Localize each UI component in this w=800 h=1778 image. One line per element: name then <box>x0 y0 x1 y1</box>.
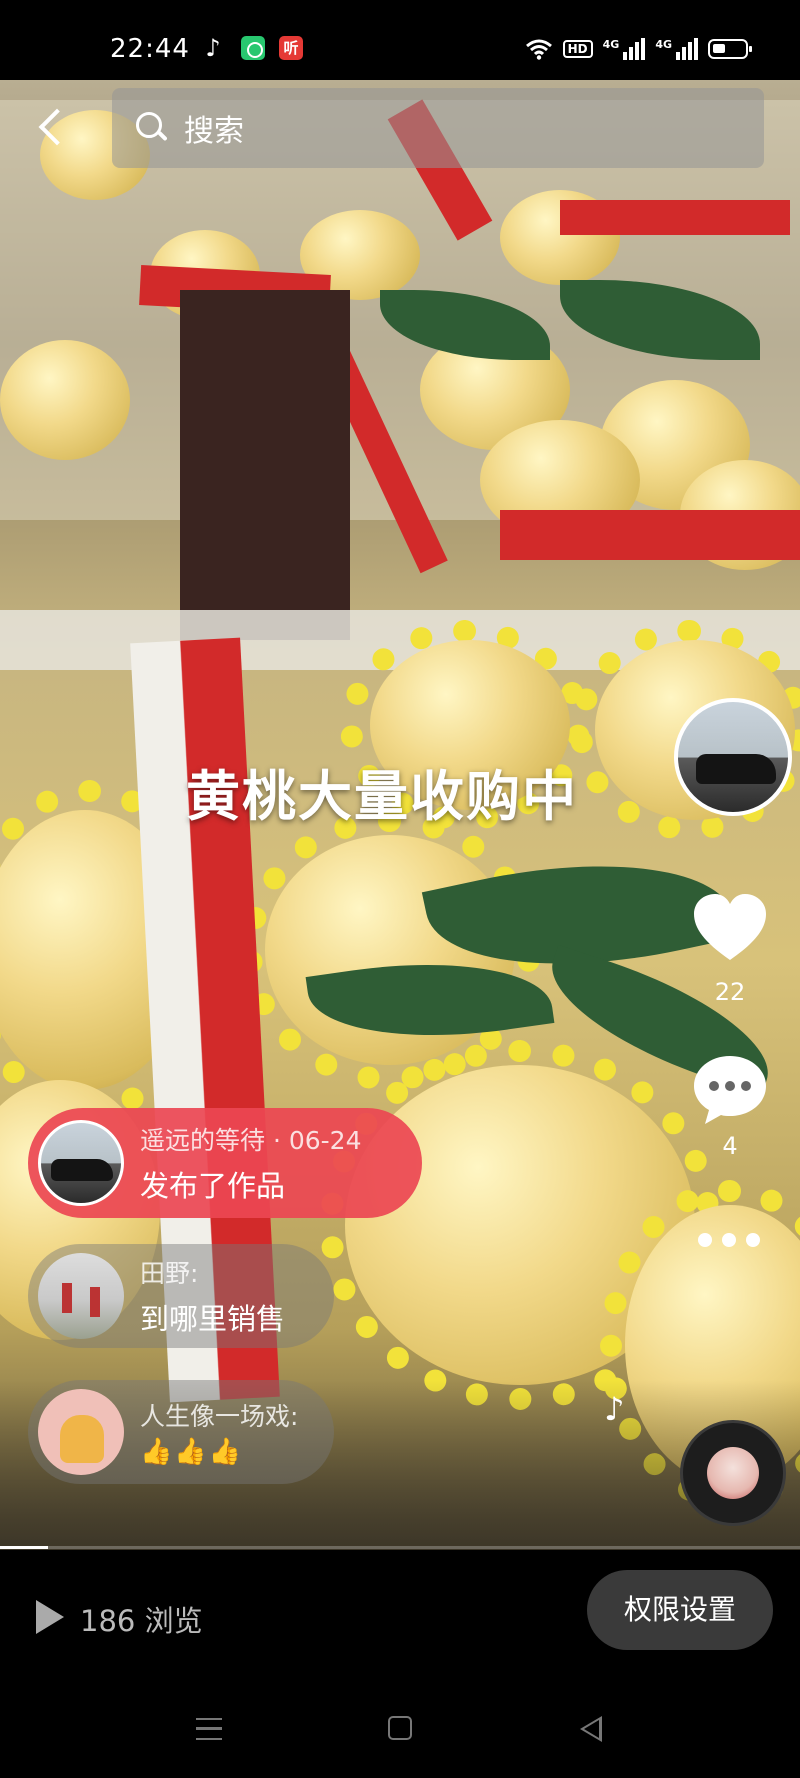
avatar <box>38 1389 124 1475</box>
status-bar: 22:44 ♪ 听 HD 4G 4G <box>0 0 800 80</box>
search-input[interactable]: 搜索 <box>112 88 764 168</box>
comment-message: 👍👍👍 <box>140 1437 244 1467</box>
signal-label-2: 4G <box>655 38 672 51</box>
back-icon[interactable] <box>580 1716 602 1742</box>
signal-label: 4G <box>602 38 620 51</box>
view-count: 186 浏览 <box>80 1604 203 1638</box>
video-caption: 黄桃大量收购中 <box>186 765 578 828</box>
comment-message: 发布了作品 <box>140 1169 286 1203</box>
status-time: 22:44 <box>110 34 190 64</box>
comment-count: 4 <box>722 1132 738 1160</box>
more-icon[interactable] <box>698 1228 768 1252</box>
avatar <box>38 1120 124 1206</box>
progress-fill <box>0 1546 48 1549</box>
status-indicators: HD 4G 4G <box>525 34 752 64</box>
avatar <box>38 1253 124 1339</box>
comment-author: 田野: <box>140 1259 199 1288</box>
wifi-icon <box>525 38 553 60</box>
battery-icon <box>708 39 752 59</box>
comment-icon[interactable] <box>690 1050 770 1130</box>
comment-bubble[interactable]: 人生像一场戏: 👍👍👍 <box>28 1380 334 1484</box>
comment-author: 人生像一场戏: <box>140 1402 299 1431</box>
like-count: 22 <box>714 978 746 1006</box>
search-placeholder: 搜索 <box>184 114 244 149</box>
back-button[interactable] <box>30 106 74 150</box>
author-avatar[interactable] <box>674 698 792 816</box>
comment-author: 遥远的等待 · 06-24 <box>140 1126 362 1155</box>
comment-message: 到哪里销售 <box>140 1302 286 1336</box>
permission-settings-button[interactable]: 权限设置 <box>587 1570 773 1650</box>
menu-icon[interactable] <box>196 1718 222 1740</box>
peach <box>0 340 130 460</box>
video-progress-bar[interactable] <box>0 1546 800 1549</box>
search-icon <box>134 110 170 146</box>
heart-icon[interactable] <box>690 890 770 970</box>
comment-bubble[interactable]: 田野: 到哪里销售 <box>28 1244 334 1348</box>
box-divider <box>180 290 350 640</box>
music-note-icon: ♪ <box>604 1390 625 1428</box>
hd-badge: HD <box>562 40 593 58</box>
ribbon <box>560 200 790 235</box>
signal-icon: 4G <box>603 38 646 60</box>
play-icon <box>36 1600 64 1634</box>
home-icon[interactable] <box>388 1716 412 1740</box>
publish-notice[interactable]: 遥远的等待 · 06-24 发布了作品 <box>28 1108 422 1218</box>
listen-app-icon: 听 <box>279 36 303 60</box>
tiktok-icon: ♪ <box>205 34 221 62</box>
music-disc[interactable] <box>680 1420 786 1526</box>
green-app-icon <box>241 36 265 60</box>
ribbon <box>500 510 800 560</box>
signal-icon-2: 4G <box>655 38 698 60</box>
